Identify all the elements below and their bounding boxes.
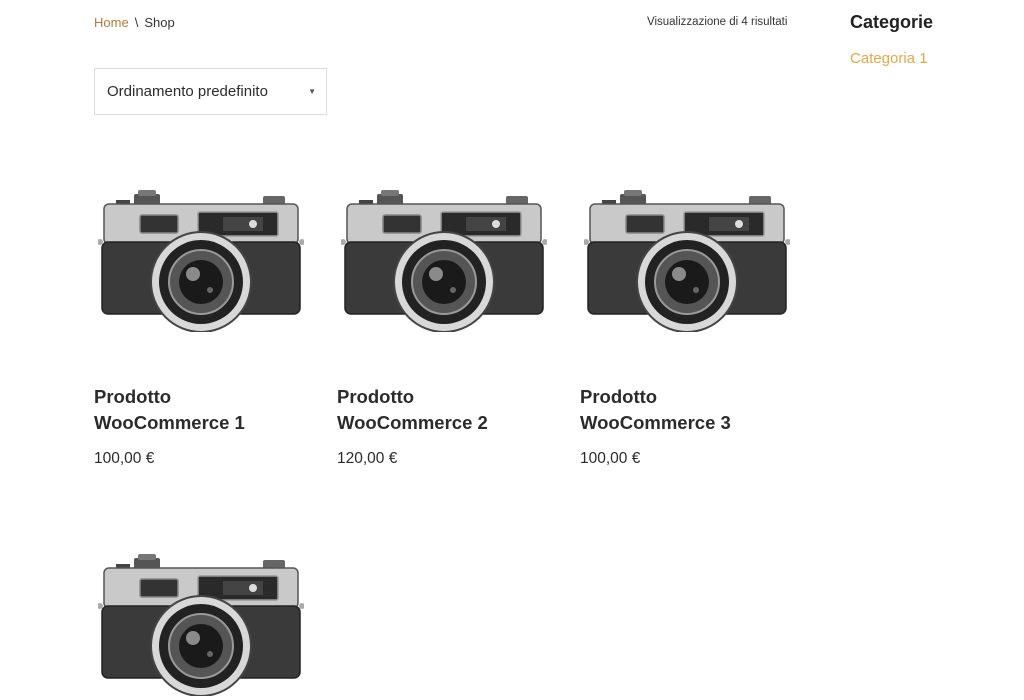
sidebar-title: Categorie [850, 12, 934, 32]
product-image[interactable] [580, 152, 796, 352]
product-title-line1: Prodotto [337, 386, 415, 407]
product-card[interactable] [94, 516, 310, 700]
product-image[interactable] [94, 152, 310, 352]
sort-select[interactable]: Ordinamento predefinito ▼ [94, 68, 327, 115]
breadcrumb: Home \ Shop [94, 15, 175, 30]
camera-image [98, 189, 304, 332]
product-title[interactable]: Prodotto WooCommerce 3 [580, 384, 780, 436]
product-title-line2: WooCommerce 3 [580, 412, 731, 433]
breadcrumb-home-link[interactable]: Home [94, 15, 129, 30]
chevron-down-icon: ▼ [308, 87, 316, 96]
product-title-line2: WooCommerce 1 [94, 412, 245, 433]
camera-image [584, 189, 790, 332]
sort-selected-value: Ordinamento predefinito [107, 83, 268, 100]
product-price: 100,00 € [580, 450, 641, 467]
product-card[interactable]: Prodotto WooCommerce 2 120,00 € [337, 152, 553, 467]
product-card[interactable]: Prodotto WooCommerce 3 100,00 € [580, 152, 796, 467]
product-price: 100,00 € [94, 450, 155, 467]
product-title[interactable]: Prodotto WooCommerce 1 [94, 384, 294, 436]
product-price: 120,00 € [337, 450, 398, 467]
product-image[interactable] [337, 152, 553, 352]
camera-image [98, 553, 304, 696]
product-title[interactable]: Prodotto WooCommerce 2 [337, 384, 537, 436]
product-title-line2: WooCommerce 2 [337, 412, 488, 433]
result-count: Visualizzazione di 4 risultati [647, 16, 788, 28]
product-card[interactable]: Prodotto WooCommerce 1 100,00 € [94, 152, 310, 467]
breadcrumb-separator: \ [134, 15, 139, 30]
product-title-line1: Prodotto [580, 386, 658, 407]
sidebar-category-link[interactable]: Categoria 1 [850, 50, 928, 67]
breadcrumb-current: Shop [144, 15, 175, 30]
product-image[interactable] [94, 516, 310, 700]
camera-image [341, 189, 547, 332]
product-title-line1: Prodotto [94, 386, 172, 407]
